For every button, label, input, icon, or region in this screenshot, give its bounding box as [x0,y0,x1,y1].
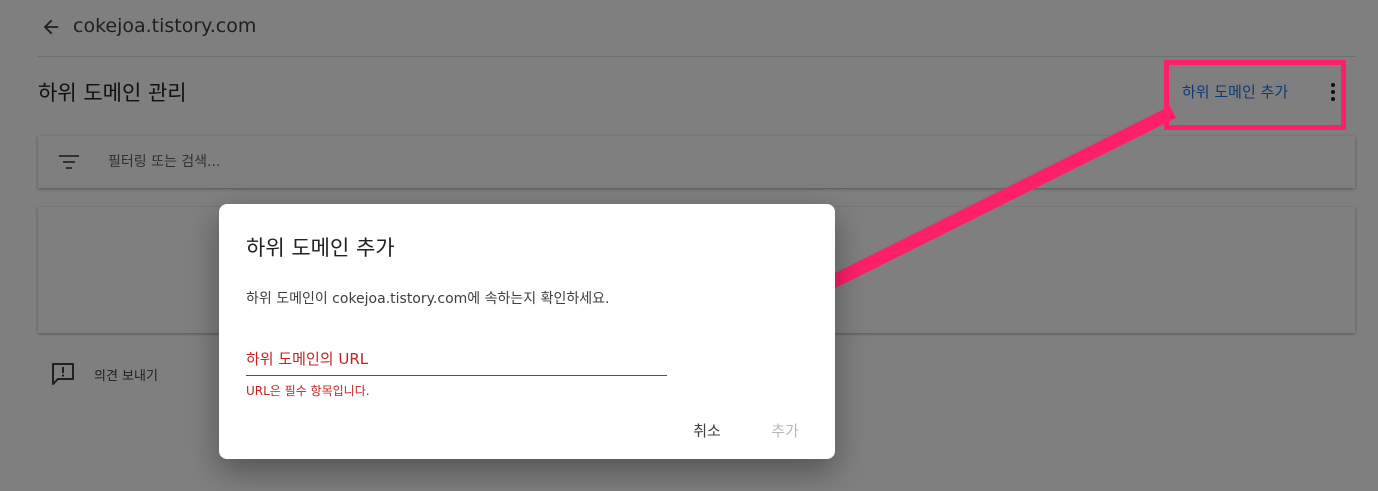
add-button[interactable]: 추가 [761,418,809,442]
dialog-description: 하위 도메인이 cokejoa.tistory.com에 속하는지 확인하세요. [246,291,610,307]
add-subdomain-dialog: 하위 도메인 추가 하위 도메인이 cokejoa.tistory.com에 속… [219,204,835,459]
url-field [246,342,667,376]
url-error-message: URL은 필수 항목입니다. [246,384,370,398]
subdomain-url-input[interactable] [246,342,667,376]
annotation-highlight-box [1164,60,1346,130]
cancel-button[interactable]: 취소 [681,418,733,442]
dialog-title: 하위 도메인 추가 [246,236,395,260]
